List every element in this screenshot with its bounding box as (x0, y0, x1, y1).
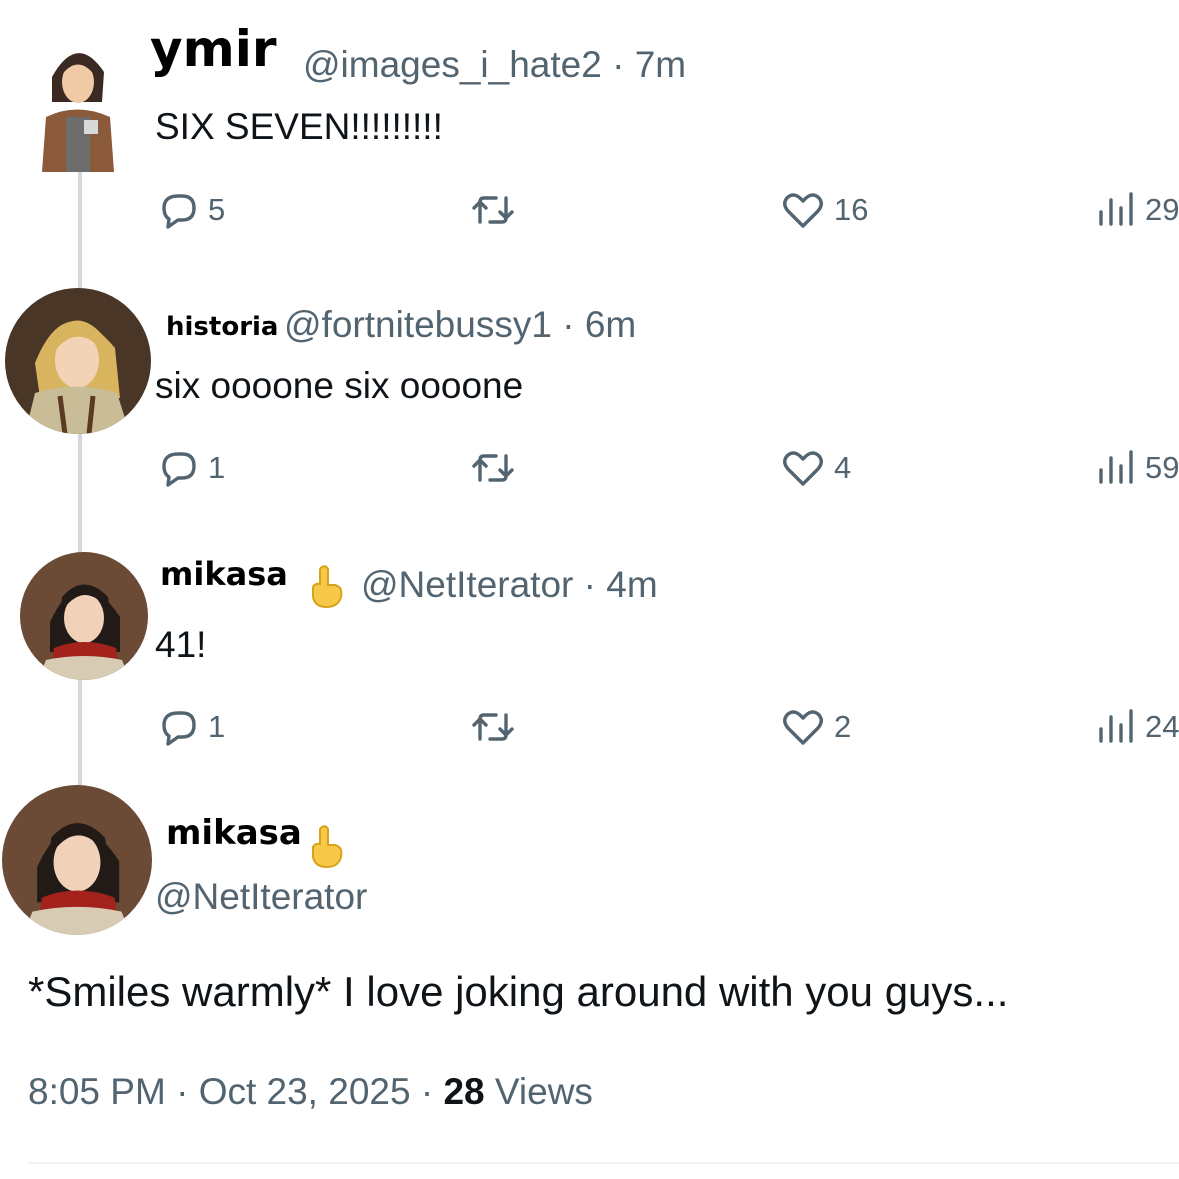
avatar[interactable] (20, 552, 148, 680)
author-handle[interactable]: @images_i_hate2 (303, 44, 602, 85)
retweet-button[interactable] (468, 707, 518, 747)
post-text: *Smiles warmly* I love joking around wit… (28, 968, 1009, 1015)
views-bar-chart-icon (1099, 450, 1133, 484)
like-count: 2 (834, 709, 852, 744)
author-name[interactable]: mikasa (160, 555, 288, 593)
retweet-icon (472, 454, 514, 482)
views-count: 59 (1145, 450, 1179, 485)
author-handle-line[interactable]: @NetIterator · 4m (361, 564, 658, 606)
reply-bubble-icon (162, 452, 196, 487)
separator-dot: · (583, 564, 596, 605)
post-text: SIX SEVEN!!!!!!!!! (155, 106, 443, 147)
views-bar-chart-icon (1099, 709, 1133, 743)
author-handle[interactable]: @NetIterator (361, 564, 573, 605)
author-handle-line[interactable]: @fortnitebussy1 · 6m (284, 304, 636, 346)
post-text: 41! (155, 624, 207, 665)
like-button[interactable]: 4 (780, 448, 851, 488)
views-label: Views (494, 1071, 593, 1112)
separator-dot: · (420, 1071, 434, 1112)
like-button[interactable]: 2 (780, 707, 851, 747)
views-count: 28 (443, 1071, 485, 1112)
like-button[interactable]: 16 (780, 190, 868, 230)
avatar[interactable] (2, 785, 152, 935)
post-date[interactable]: Oct 23, 2025 (199, 1071, 411, 1112)
separator-dot: · (176, 1071, 189, 1112)
post-meta: 8:05 PM · Oct 23, 2025 · 28 Views (28, 1071, 593, 1113)
pointing-finger-emoji (305, 823, 347, 874)
views-count: 29 (1145, 192, 1179, 227)
author-name[interactable]: historia (166, 312, 278, 342)
avatar[interactable] (5, 288, 151, 434)
heart-icon (783, 710, 823, 745)
avatar-mikasa-image (20, 552, 148, 680)
separator-dot: · (612, 44, 625, 85)
post-time[interactable]: 6m (585, 304, 636, 345)
views-count: 24 (1145, 709, 1179, 744)
views-button[interactable]: 59 (1097, 448, 1179, 488)
avatar-ymir-image (22, 22, 132, 172)
retweet-button[interactable] (468, 448, 518, 488)
post-time[interactable]: 4m (606, 564, 657, 605)
post-text: six oooone six oooone (155, 365, 524, 406)
avatar-historia-image (5, 288, 151, 434)
separator-dot: · (562, 304, 575, 345)
post-time[interactable]: 8:05 PM (28, 1071, 166, 1112)
reply-button[interactable]: 5 (158, 190, 225, 230)
author-name[interactable]: ymir (150, 20, 277, 78)
reply-bubble-icon (162, 194, 196, 229)
pointing-finger-emoji (305, 563, 347, 614)
views-bar-chart-icon (1099, 192, 1133, 226)
author-name[interactable]: mikasa (166, 813, 302, 853)
reply-bubble-icon (162, 711, 196, 746)
heart-icon (783, 193, 823, 228)
reply-count: 1 (208, 450, 226, 485)
avatar-mikasa-image (2, 785, 152, 935)
thread-connector (78, 170, 82, 790)
author-handle[interactable]: @NetIterator (155, 876, 367, 918)
retweet-icon (472, 713, 514, 741)
divider (28, 1162, 1179, 1164)
views-button[interactable]: 24 (1097, 707, 1179, 747)
retweet-button[interactable] (468, 190, 518, 230)
like-count: 4 (834, 450, 852, 485)
author-handle[interactable]: @fortnitebussy1 (284, 304, 552, 345)
like-count: 16 (834, 192, 869, 227)
reply-button[interactable]: 1 (158, 448, 225, 488)
post-time[interactable]: 7m (635, 44, 686, 85)
author-handle-line[interactable]: @images_i_hate2 · 7m (303, 44, 686, 86)
avatar[interactable] (22, 22, 132, 172)
reply-count: 1 (208, 709, 226, 744)
heart-icon (783, 451, 823, 486)
reply-button[interactable]: 1 (158, 707, 225, 747)
reply-count: 5 (208, 192, 226, 227)
views-button[interactable]: 29 (1097, 190, 1179, 230)
retweet-icon (472, 196, 514, 224)
